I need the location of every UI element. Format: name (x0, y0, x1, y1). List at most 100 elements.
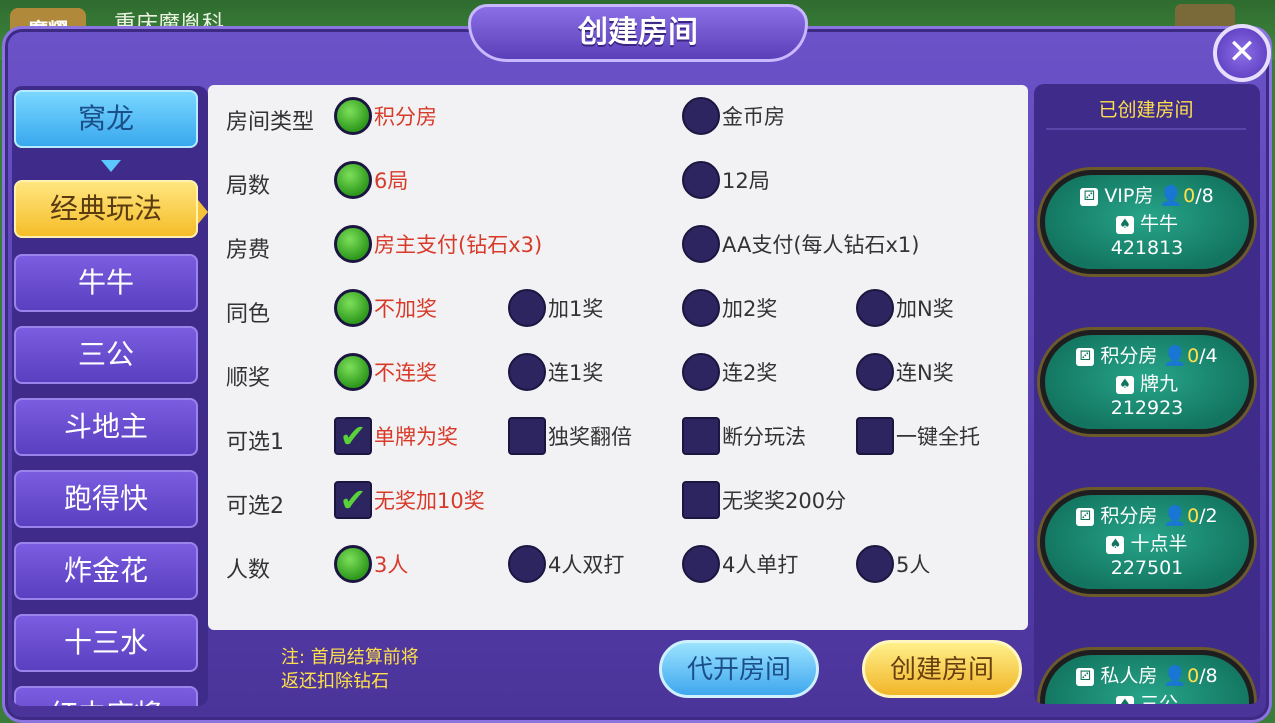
room-id: 227501 (1110, 557, 1184, 579)
option-12-rounds[interactable]: 12局 (682, 160, 770, 200)
room-game: 牛牛 (1139, 213, 1178, 235)
person-icon: 👤 (1163, 345, 1188, 367)
option-label: 不连奖 (374, 361, 437, 385)
checkbox-auto-play[interactable]: 一键全托 (856, 416, 980, 456)
checkbox-double-solo[interactable]: 独奖翻倍 (508, 416, 632, 456)
radio-icon (682, 353, 720, 391)
radio-selected-icon (334, 161, 372, 199)
sidebar-item-paodekuai[interactable]: 跑得快 (14, 470, 198, 528)
cards-icon: ♠ (1106, 535, 1125, 554)
room-max-count: /2 (1199, 505, 1218, 527)
option-points-room[interactable]: 积分房 (334, 96, 437, 136)
option-label: 连1奖 (548, 361, 604, 385)
settings-card: 房间类型 积分房 金币房 局数 6局 12局 房费 房主支付(钻石x3) AA支… (208, 85, 1028, 630)
option-coin-room[interactable]: 金币房 (682, 96, 785, 136)
room-current-count: 0 (1187, 505, 1200, 527)
checkbox-no-bonus-add-10[interactable]: ✔ 无奖加10奖 (334, 480, 485, 520)
room-game-line: ♠ 十点半 (1045, 529, 1249, 556)
room-id: 421813 (1110, 237, 1184, 259)
option-label: 无奖奖200分 (722, 489, 847, 513)
option-label: 加1奖 (548, 297, 604, 321)
option-no-streak[interactable]: 不连奖 (334, 352, 437, 392)
option-label: 6局 (374, 169, 409, 193)
room-card[interactable]: ⚂ 积分房 👤0/4 ♠ 牌九 212923 (1040, 330, 1254, 434)
option-label: 12局 (722, 169, 770, 193)
room-card[interactable]: ⚂ VIP房 👤0/8 ♠ 牛牛 421813 (1040, 170, 1254, 274)
option-label: 不加奖 (374, 297, 437, 321)
created-rooms-title: 已创建房间 (1046, 90, 1246, 130)
option-label: 加N奖 (896, 297, 954, 321)
checkmark-icon: ✔ (334, 481, 372, 519)
option-streak-2[interactable]: 连2奖 (682, 352, 777, 392)
radio-icon (682, 97, 720, 135)
option-3-players[interactable]: 3人 (334, 544, 408, 584)
close-icon[interactable]: ✕ (1213, 24, 1271, 82)
room-card[interactable]: ⚂ 私人房 👤0/8 ♠ 三公 (1040, 650, 1254, 704)
checkbox-icon (682, 417, 720, 455)
sidebar-item-zhajinhua[interactable]: 炸金花 (14, 542, 198, 600)
sidebar-item-classic[interactable]: 经典玩法 (14, 180, 198, 238)
checkbox-no-bonus-200[interactable]: 无奖奖200分 (682, 480, 846, 520)
option-label: 单牌为奖 (374, 425, 458, 449)
option-aa-pays[interactable]: AA支付(每人钻石x1) (682, 224, 920, 264)
room-type-line: ⚂ 积分房 👤0/4 (1045, 341, 1249, 368)
row-label-fee: 房费 (226, 238, 271, 263)
option-add-1-bonus[interactable]: 加1奖 (508, 288, 603, 328)
sidebar-item-wolong[interactable]: 窝龙 (14, 90, 198, 148)
checkbox-break-score[interactable]: 断分玩法 (682, 416, 806, 456)
option-label: 4人单打 (722, 553, 799, 577)
option-4-players-team[interactable]: 4人双打 (508, 544, 624, 584)
room-type: 私人房 (1100, 665, 1158, 687)
radio-icon (682, 545, 720, 583)
option-label: 无奖加10奖 (374, 489, 485, 513)
room-type: VIP房 (1104, 185, 1154, 207)
option-label: 加2奖 (722, 297, 778, 321)
room-type-line: ⚂ 积分房 👤0/2 (1045, 501, 1249, 528)
option-6-rounds[interactable]: 6局 (334, 160, 408, 200)
sidebar-item-shisanshui[interactable]: 十三水 (14, 614, 198, 672)
refund-note: 注: 首局结算前将 返还扣除钻石 (281, 646, 419, 694)
person-icon: 👤 (1163, 505, 1188, 527)
option-4-players-solo[interactable]: 4人单打 (682, 544, 798, 584)
option-streak-n[interactable]: 连N奖 (856, 352, 954, 392)
radio-icon (508, 353, 546, 391)
cards-icon: ♠ (1115, 375, 1134, 394)
option-label: 3人 (374, 553, 409, 577)
proxy-create-room-button[interactable]: 代开房间 (659, 640, 819, 698)
option-label: AA支付(每人钻石x1) (722, 233, 920, 257)
room-max-count: /8 (1199, 665, 1218, 687)
room-type: 积分房 (1100, 345, 1158, 367)
room-max-count: /8 (1195, 185, 1214, 207)
cards-icon: ♠ (1115, 695, 1134, 704)
sidebar-item-hongzhong[interactable]: 红中麻将 (14, 686, 198, 706)
created-rooms-panel: 已创建房间 ⚂ VIP房 👤0/8 ♠ 牛牛 421813 ⚂ 积分房 👤0/4 ♠ 牌… (1034, 84, 1260, 704)
create-room-button[interactable]: 创建房间 (862, 640, 1022, 698)
option-add-n-bonus[interactable]: 加N奖 (856, 288, 954, 328)
checkbox-single-card-bonus[interactable]: ✔ 单牌为奖 (334, 416, 458, 456)
option-5-players[interactable]: 5人 (856, 544, 930, 584)
radio-icon (856, 289, 894, 327)
radio-icon (508, 545, 546, 583)
row-label-room-type: 房间类型 (226, 110, 315, 135)
option-host-pays[interactable]: 房主支付(钻石x3) (334, 224, 542, 264)
sidebar-item-sangong[interactable]: 三公 (14, 326, 198, 384)
option-add-2-bonus[interactable]: 加2奖 (682, 288, 777, 328)
room-card[interactable]: ⚂ 积分房 👤0/2 ♠ 十点半 227501 (1040, 490, 1254, 594)
option-label: 积分房 (374, 105, 437, 129)
radio-icon (682, 289, 720, 327)
note-line-1: 注: 首局结算前将 (281, 647, 419, 668)
row-label-optional-1: 可选1 (226, 430, 284, 455)
option-label: 断分玩法 (722, 425, 806, 449)
room-current-count: 0 (1187, 345, 1200, 367)
row-label-rounds: 局数 (226, 174, 271, 199)
expand-arrow-icon (101, 160, 121, 172)
game-sidebar: 窝龙 经典玩法 牛牛 三公 斗地主 跑得快 炸金花 十三水 红中麻将 (12, 86, 208, 706)
room-game-line: ♠ 牌九 (1045, 369, 1249, 396)
option-streak-1[interactable]: 连1奖 (508, 352, 603, 392)
radio-icon (856, 353, 894, 391)
option-no-bonus[interactable]: 不加奖 (334, 288, 437, 328)
room-id: 212923 (1110, 397, 1184, 419)
sidebar-item-niuniu[interactable]: 牛牛 (14, 254, 198, 312)
sidebar-item-doudizhu[interactable]: 斗地主 (14, 398, 198, 456)
option-label: 金币房 (722, 105, 785, 129)
